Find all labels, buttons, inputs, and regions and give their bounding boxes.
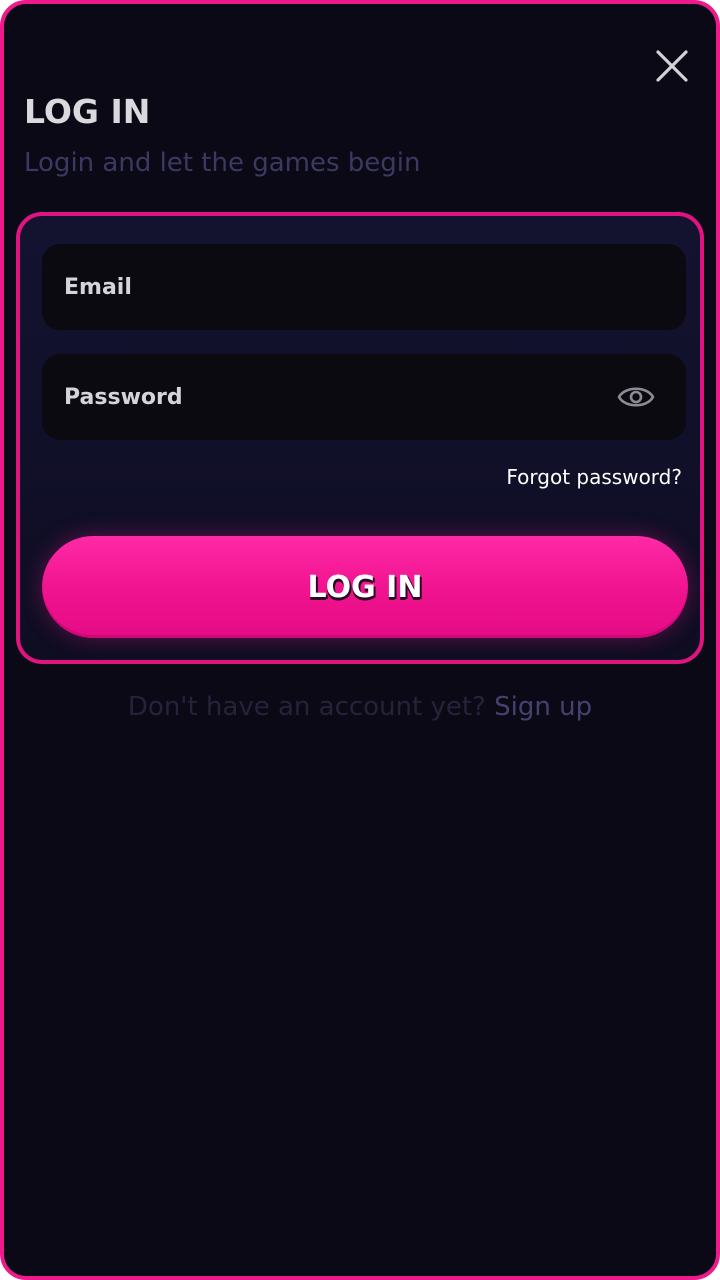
login-modal: LOG IN Login and let the games begin For… (0, 0, 720, 1280)
email-input[interactable] (42, 244, 686, 330)
login-button[interactable]: LOG IN (42, 536, 688, 638)
login-form-card: Forgot password? LOG IN (16, 212, 704, 664)
email-field-container (42, 244, 686, 330)
close-icon (656, 50, 688, 82)
signup-link[interactable]: Sign up (494, 692, 592, 722)
password-field-container (42, 354, 686, 440)
show-password-toggle[interactable] (616, 378, 656, 416)
signup-prompt-text: Don't have an account yet? (127, 692, 495, 722)
eye-icon (617, 387, 655, 407)
password-input[interactable] (42, 354, 686, 440)
signup-prompt-row: Don't have an account yet? Sign up (4, 692, 716, 722)
forgot-password-link[interactable]: Forgot password? (506, 465, 682, 489)
page-subtitle: Login and let the games begin (24, 148, 421, 178)
login-button-label: LOG IN (307, 569, 423, 605)
page-title: LOG IN (24, 92, 151, 131)
close-button[interactable] (650, 44, 694, 88)
